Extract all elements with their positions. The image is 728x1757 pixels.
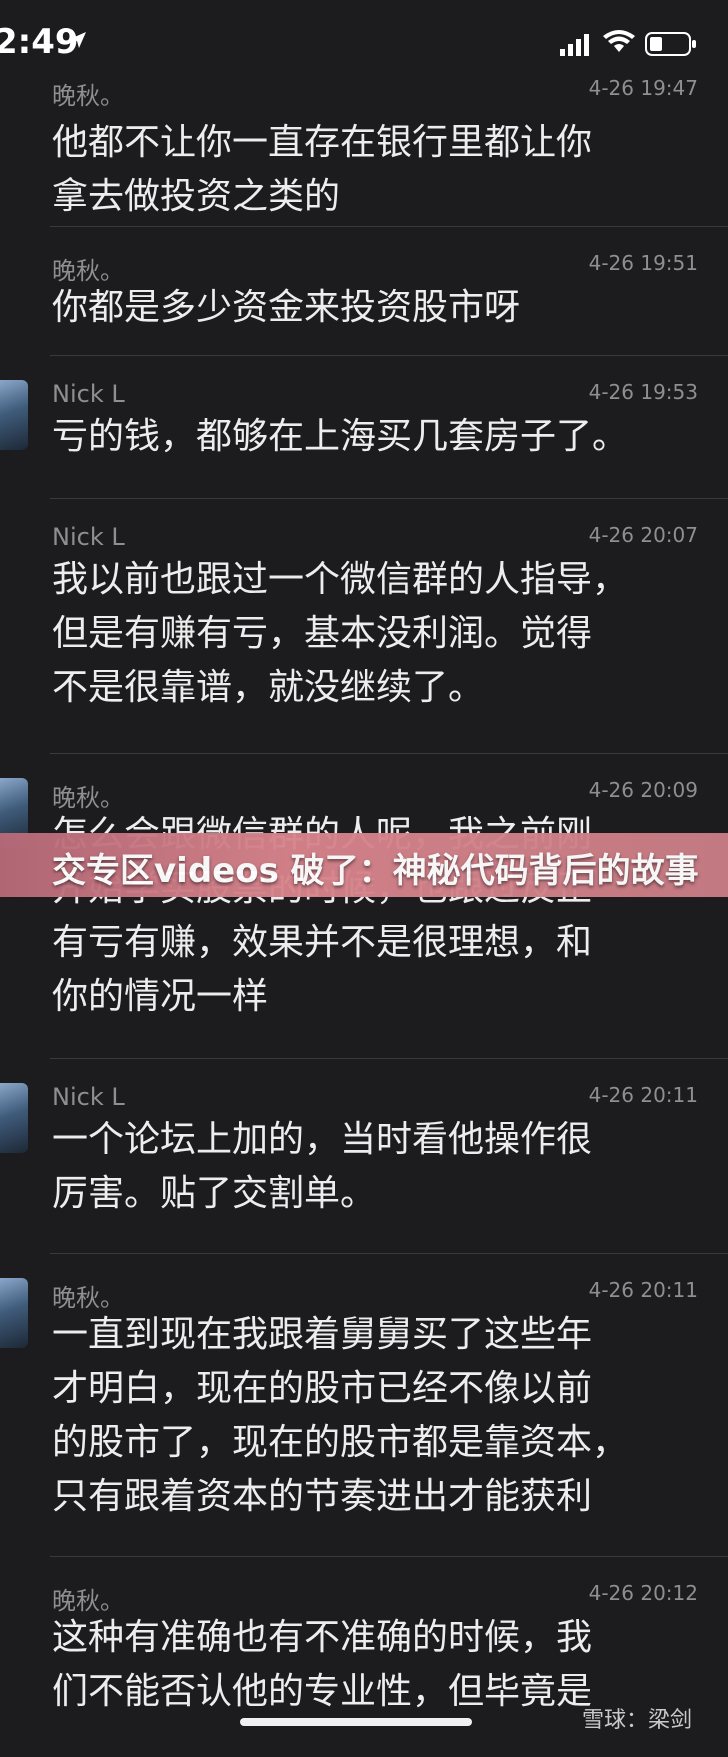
wifi-icon [603, 30, 635, 52]
location-arrow-icon [70, 32, 86, 48]
message-time: 4-26 20:11 [588, 1083, 698, 1107]
message-text: 一直到现在我跟着舅舅买了这些年 才明白，现在的股市已经不像以前 的股市了，现在的股市… [52, 1314, 629, 1517]
message-time: 4-26 19:47 [588, 76, 698, 100]
author-name[interactable]: 晚秋。 [52, 76, 124, 111]
home-indicator[interactable] [240, 1718, 472, 1726]
message-text: 你都是多少资金来投资股市呀 [52, 287, 521, 328]
message-item[interactable]: Nick L 4-26 20:11 一个论坛上加的，当时看他操作很 厉害。贴了交割… [0, 1059, 728, 1254]
message-time: 4-26 20:11 [588, 1278, 698, 1302]
message-text: 亏的钱，都够在上海买几套房子了。 [52, 416, 629, 457]
message-item[interactable]: Nick L 4-26 19:53 亏的钱，都够在上海买几套房子了。 [0, 356, 728, 499]
avatar[interactable] [0, 1083, 28, 1153]
watermark: 雪球：梁剑 [582, 1708, 693, 1733]
status-time: 2:49 [0, 22, 79, 62]
message-time: 4-26 19:51 [588, 251, 698, 275]
banner-text: 交专区videos 破了：神秘代码背后的故事 [52, 851, 699, 891]
message-time: 4-26 20:12 [588, 1581, 698, 1605]
author-name[interactable]: Nick L [52, 1083, 125, 1111]
overlay-caption-banner: 交专区videos 破了：神秘代码背后的故事 [0, 833, 728, 897]
message-text: 我以前也跟过一个微信群的人指导， 但是有赚有亏，基本没利润。觉得 不是很靠谱，就没继… [52, 559, 629, 708]
cellular-signal-icon [560, 34, 589, 56]
message-text: 一个论坛上加的，当时看他操作很 厉害。贴了交割单。 [52, 1119, 593, 1214]
author-name[interactable]: Nick L [52, 380, 125, 408]
message-item[interactable]: Nick L 4-26 20:07 我以前也跟过一个微信群的人指导， 但是有赚有亏… [50, 499, 728, 754]
message-feed[interactable]: 晚秋。 4-26 19:47 他都不让你一直存在银行里都让你 拿去做投资之类的 晚… [0, 64, 728, 1757]
message-time: 4-26 20:09 [588, 778, 698, 802]
author-name[interactable]: Nick L [52, 523, 125, 551]
message-text: 他都不让你一直存在银行里都让你 拿去做投资之类的 [52, 122, 593, 217]
battery-icon [645, 32, 696, 56]
avatar[interactable] [0, 380, 28, 450]
message-item[interactable]: 晚秋。 4-26 19:51 你都是多少资金来投资股市呀 [50, 227, 728, 356]
message-time: 4-26 19:53 [588, 380, 698, 404]
message-time: 4-26 20:07 [588, 523, 698, 547]
message-item[interactable]: 晚秋。 4-26 19:47 他都不让你一直存在银行里都让你 拿去做投资之类的 [50, 64, 728, 227]
message-item[interactable]: 晚秋。 4-26 20:11 一直到现在我跟着舅舅买了这些年 才明白，现在的股市已… [0, 1254, 728, 1557]
avatar[interactable] [0, 1278, 28, 1348]
message-item[interactable]: 晚秋。 4-26 20:09 怎么会跟微信群的人呢，我之前刚开始学买股票的时候，… [0, 754, 728, 1059]
